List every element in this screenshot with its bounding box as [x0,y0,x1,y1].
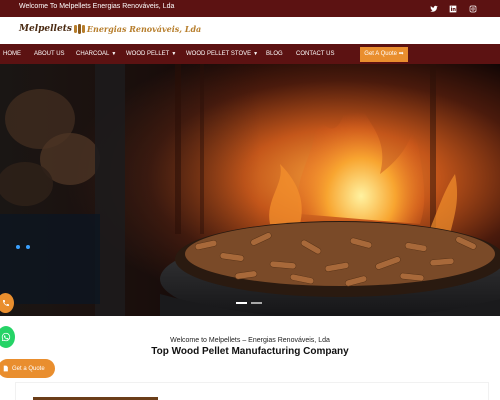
slider-dot-1[interactable] [236,302,247,304]
logo-tagline: Energias Renováveis, Lda [86,24,202,34]
nav-charcoal-label: CHARCOAL [76,51,110,57]
nav-about-us[interactable]: ABOUT US [34,44,65,64]
document-icon [3,365,8,372]
whatsapp-float-button[interactable] [0,326,15,348]
phone-icon [2,300,9,306]
get-a-quote-button[interactable]: Get A Quote ➡ [360,47,408,62]
nav-blog-label: BLOG [266,51,283,57]
get-a-quote-float-button[interactable]: Get a Quote [0,359,55,378]
site-header: Melpellets Energias Renováveis, Lda [0,17,500,44]
chevron-down-icon: ▼ [171,51,177,57]
welcome-heading: Welcome to Melpellets – Energias Renováv… [170,337,330,344]
hero-slider[interactable] [0,64,500,316]
nav-contact-us[interactable]: CONTACT US [296,44,334,64]
slider-dots [236,302,262,304]
nav-blog[interactable]: BLOG [266,44,283,64]
top-bar: Welcome To Melpellets Energias Renovávei… [0,0,500,17]
nav-about-label: ABOUT US [34,51,65,57]
nav-home-label: HOME [3,51,21,57]
logo-brand: Melpellets [19,24,72,34]
welcome-text: Welcome To Melpellets Energias Renovávei… [19,3,175,10]
nav-home[interactable]: HOME [3,44,21,64]
fireplace-image [0,64,500,316]
nav-wood-pellet-label: WOOD PELLET [126,51,170,57]
whatsapp-icon [1,332,11,342]
nav-contact-label: CONTACT US [296,51,335,57]
instagram-icon[interactable] [466,2,479,15]
main-nav: HOME ABOUT US CHARCOAL ▼ WOOD PELLET ▼ WOO… [0,44,500,64]
linkedin-icon[interactable] [446,2,459,15]
section-headline: Top Wood Pellet Manufacturing Company [151,346,349,357]
nav-wood-pellet-stove[interactable]: WOOD PELLET STOVE ▼ [186,44,258,64]
pellet-logo-icon [73,24,85,34]
float-quote-label: Get a Quote [12,365,45,372]
chevron-down-icon: ▼ [111,51,117,57]
twitter-icon[interactable] [427,2,440,15]
chevron-down-icon: ▼ [253,51,259,57]
nav-charcoal[interactable]: CHARCOAL ▼ [76,44,116,64]
nav-stove-label: WOOD PELLET STOVE [186,51,252,57]
site-logo[interactable]: Melpellets Energias Renováveis, Lda [19,24,201,34]
nav-wood-pellet[interactable]: WOOD PELLET ▼ [126,44,176,64]
slider-dot-2[interactable] [251,302,262,304]
